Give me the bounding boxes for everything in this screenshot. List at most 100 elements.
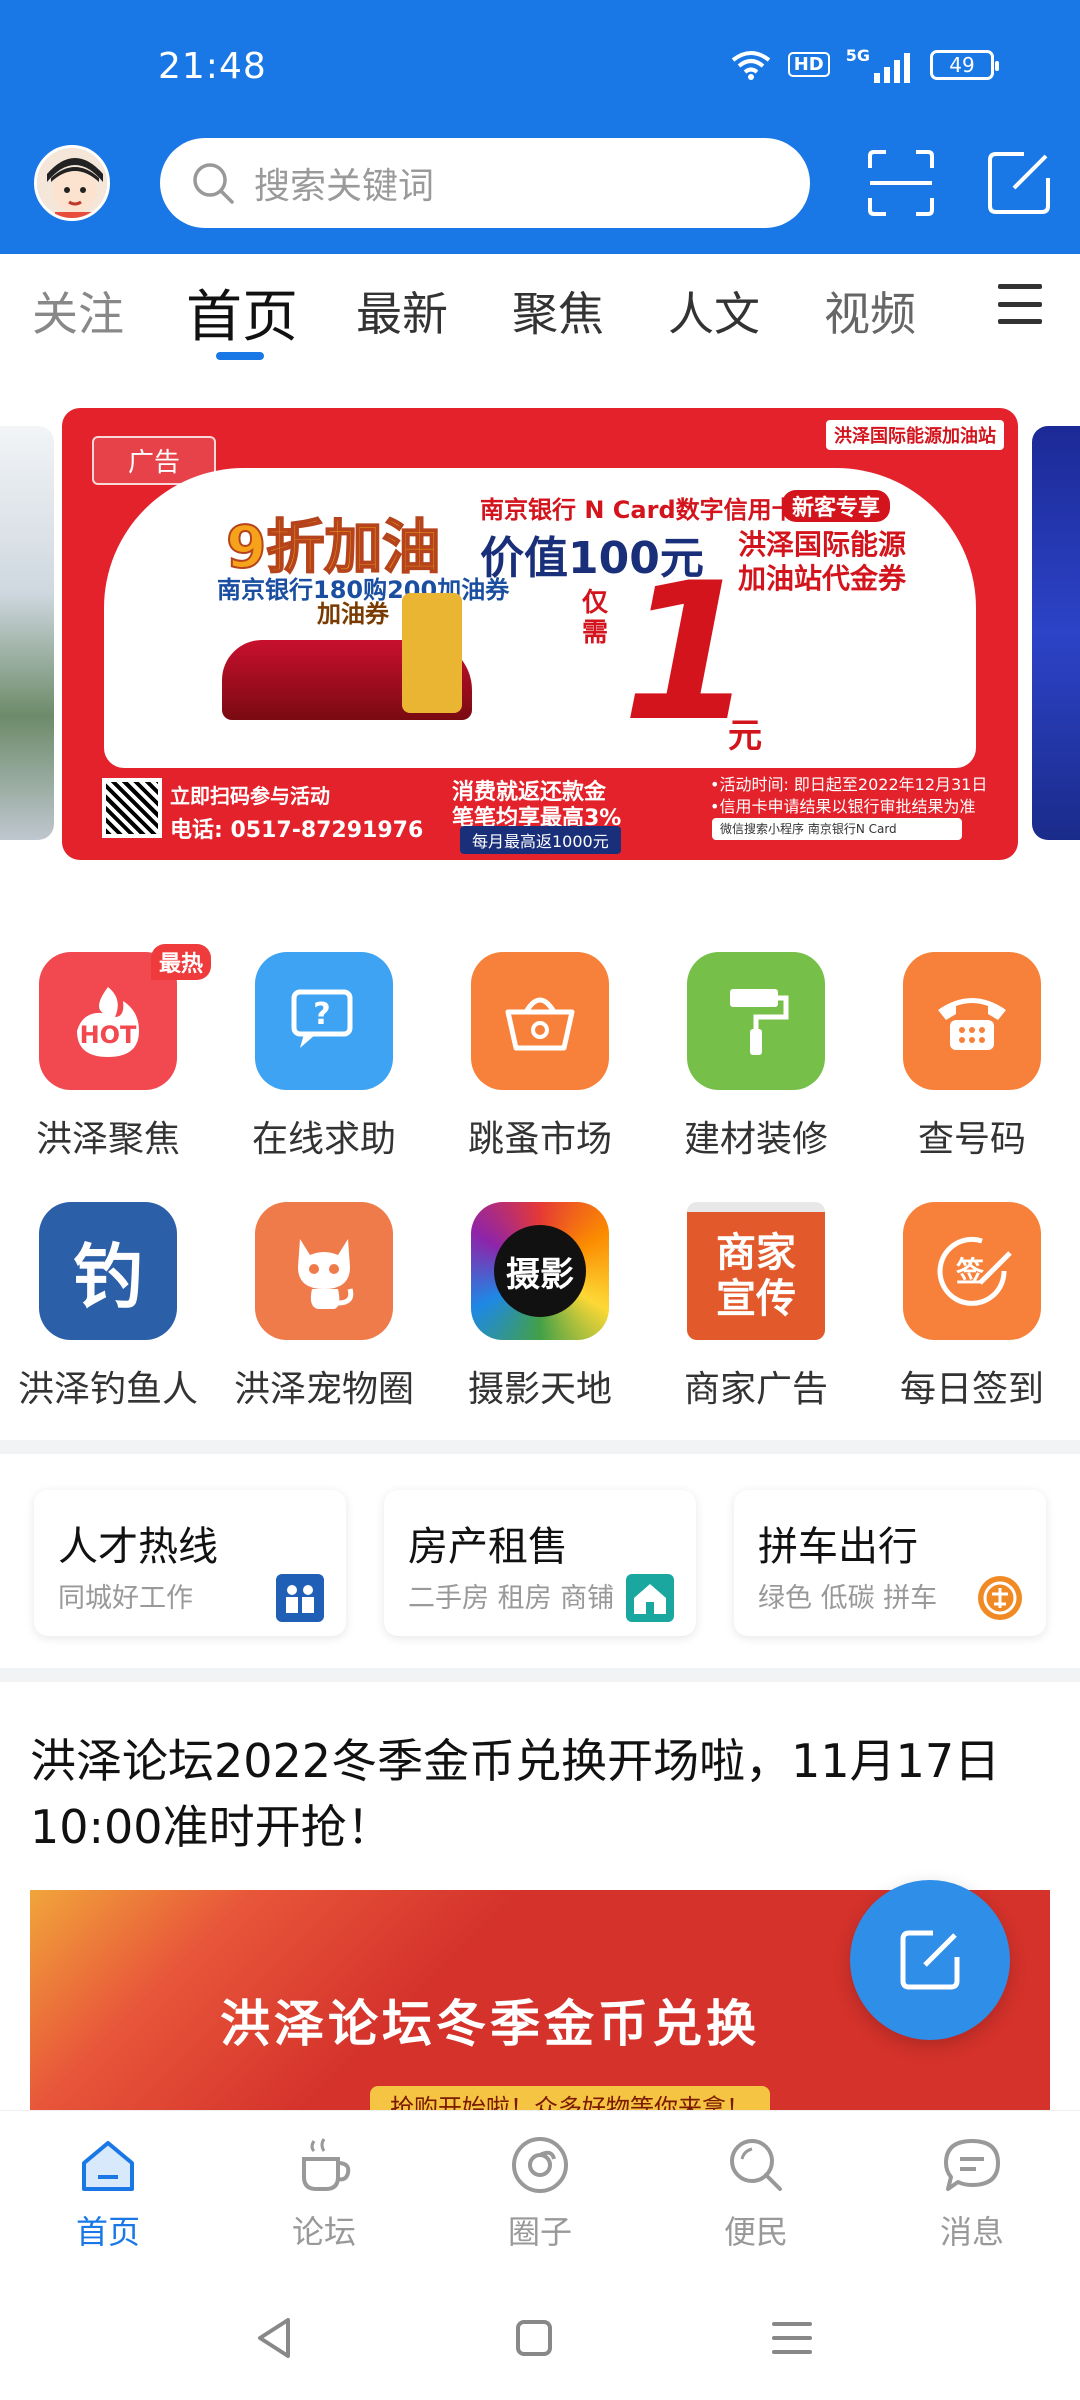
bottom-nav: 首页 论坛 圈子 便民 消息 [0, 2110, 1080, 2270]
tab-culture[interactable]: 人文 [668, 278, 760, 344]
article-image-title: 洪泽论坛冬季金币兑换 [220, 1995, 760, 2053]
nav-label: 首页 [75, 2213, 140, 2251]
tab-follow[interactable]: 关注 [32, 278, 124, 344]
grid-item-phone-lookup[interactable]: 查号码 [864, 952, 1080, 1162]
article-title[interactable]: 洪泽论坛2022冬季金币兑换开场啦，11月17日10:00准时开抢！ [30, 1728, 1030, 1860]
fuel-pump-graphic [402, 593, 462, 713]
ad-tag: 广告 [92, 436, 217, 485]
help-chat-icon: ? [255, 952, 393, 1090]
banner-next-slide[interactable] [1032, 426, 1080, 840]
grid-label: 洪泽聚焦 [35, 1119, 180, 1160]
paint-roller-icon [687, 952, 825, 1090]
grid-item-flea-market[interactable]: 跳蚤市场 [432, 952, 648, 1162]
scan-icon [868, 150, 934, 216]
network-label: 5G [846, 46, 914, 83]
banner-new-customer: 新客专享 [782, 490, 891, 522]
grid-item-daily-checkin[interactable]: 签 每日签到 [864, 1202, 1080, 1412]
banner-scan-text: 立即扫码参与活动 [170, 784, 330, 808]
camera-aperture-icon: 摄影 [471, 1202, 609, 1340]
card-title: 房产租售 [408, 1524, 568, 1570]
search-bar[interactable]: 搜索关键词 [160, 138, 810, 228]
nav-forum[interactable]: 论坛 [254, 2133, 394, 2253]
grid-item-pets[interactable]: 洪泽宠物圈 [216, 1202, 432, 1412]
article-image-subtitle: 抢购开始啦！众多好物等你来拿！ [370, 2086, 770, 2110]
status-time: 21:48 [158, 46, 267, 87]
merchant-promo-icon: 商家宣传 [687, 1202, 825, 1340]
card-real-estate[interactable]: 房产租售 二手房 租房 商铺 [384, 1490, 696, 1636]
card-subtitle: 二手房 租房 商铺 [408, 1583, 615, 1614]
avatar-image [37, 148, 107, 218]
grid-item-hongze-focus[interactable]: HOT 最热 洪泽聚焦 [0, 944, 216, 1162]
new-post-fab[interactable] [850, 1880, 1010, 2040]
grid-item-photography[interactable]: 摄影 摄影天地 [432, 1202, 648, 1412]
svg-text:?: ? [313, 997, 330, 1032]
banner-search-hint: 微信搜索小程序 南京银行N Card [712, 818, 962, 840]
nav-circles[interactable]: 圈子 [470, 2133, 610, 2253]
svg-text:签: 签 [956, 1255, 984, 1288]
recents-menu-icon[interactable] [762, 2308, 822, 2368]
edit-icon [988, 152, 1050, 214]
hot-icon: HOT 最热 [39, 944, 211, 1090]
wifi-icon [731, 50, 770, 80]
svg-text:HOT: HOT [80, 1021, 137, 1049]
grid-label: 在线求助 [251, 1119, 396, 1160]
basket-icon [471, 952, 609, 1090]
search-icon [193, 163, 234, 204]
home-icon [82, 2141, 134, 2191]
compose-button[interactable] [984, 148, 1054, 218]
cat-icon [255, 1202, 393, 1340]
hd-badge: HD [787, 52, 830, 77]
system-nav-bar [0, 2270, 1080, 2400]
fishing-icon: 钓 [39, 1202, 177, 1340]
avatar[interactable] [34, 145, 110, 221]
home-square-icon[interactable] [504, 2308, 564, 2368]
card-talent-hotline[interactable]: 人才热线 同城好工作 [34, 1490, 346, 1636]
top-bar: 21:48 HD 5G 49 搜索关键词 [0, 0, 1080, 254]
search-placeholder: 搜索关键词 [254, 166, 435, 207]
grid-item-fishing[interactable]: 钓 洪泽钓鱼人 [0, 1202, 216, 1412]
section-divider [0, 1440, 1080, 1454]
talent-market-icon [276, 1574, 324, 1622]
house-icon [626, 1574, 674, 1622]
active-tab-indicator [216, 352, 264, 360]
nav-home[interactable]: 首页 [38, 2133, 178, 2253]
banner-station-lines: 洪泽国际能源 加油站代金券 [738, 528, 907, 595]
card-carpool[interactable]: 拼车出行 绿色 低碳 拼车 [734, 1490, 1046, 1636]
status-icons: HD 5G 49 [730, 46, 999, 83]
card-subtitle: 同城好工作 [58, 1583, 193, 1614]
banner-prev-slide[interactable] [0, 426, 54, 840]
tab-video[interactable]: 视频 [824, 278, 916, 344]
nav-label: 便民 [723, 2213, 788, 2251]
banner-unit: 元 [728, 716, 762, 756]
qr-code [102, 778, 162, 838]
chat-bubble-icon [944, 2139, 1000, 2191]
tab-latest[interactable]: 最新 [356, 278, 448, 344]
nav-messages[interactable]: 消息 [902, 2133, 1042, 2253]
coffee-cup-icon [302, 2138, 351, 2191]
nav-services[interactable]: 便民 [686, 2133, 826, 2253]
channel-tabs: 关注 首页 最新 聚焦 人文 视频 [0, 254, 1080, 364]
circle-icon [512, 2137, 568, 2193]
nav-label: 圈子 [507, 2213, 572, 2251]
grid-label: 摄影天地 [467, 1369, 612, 1410]
scan-button[interactable] [866, 148, 936, 218]
grid-item-building-materials[interactable]: 建材装修 [648, 952, 864, 1162]
back-icon[interactable] [246, 2308, 306, 2368]
tab-focus[interactable]: 聚焦 [512, 278, 604, 344]
tab-menu-button[interactable] [998, 284, 1042, 324]
ad-banner[interactable]: 广告 洪泽国际能源加油站 9折加油 南京银行180购200加油券 加油券 南京银… [62, 408, 1018, 860]
grid-label: 查号码 [917, 1119, 1026, 1160]
grid-item-merchant-ads[interactable]: 商家宣传 商家广告 [648, 1202, 864, 1412]
card-title: 人才热线 [58, 1524, 218, 1570]
grid-label: 洪泽宠物圈 [233, 1369, 414, 1410]
banner-monthly-max: 每月最高返1000元 [460, 826, 621, 854]
banner-notes: •活动时间: 即日起至2022年12月31日 •信用卡申请结果以银行审批结果为准 [710, 775, 988, 816]
banner-phone: 电话: 0517-87291976 [170, 818, 424, 843]
battery-indicator: 49 [930, 49, 999, 80]
grid-item-online-help[interactable]: ? 在线求助 [216, 952, 432, 1162]
banner-gift-label: 加油券 [317, 600, 389, 628]
carpool-icon [978, 1576, 1022, 1620]
tab-home[interactable]: 首页 [186, 272, 298, 353]
grid-label: 洪泽钓鱼人 [17, 1369, 198, 1410]
nav-label: 消息 [939, 2213, 1004, 2251]
